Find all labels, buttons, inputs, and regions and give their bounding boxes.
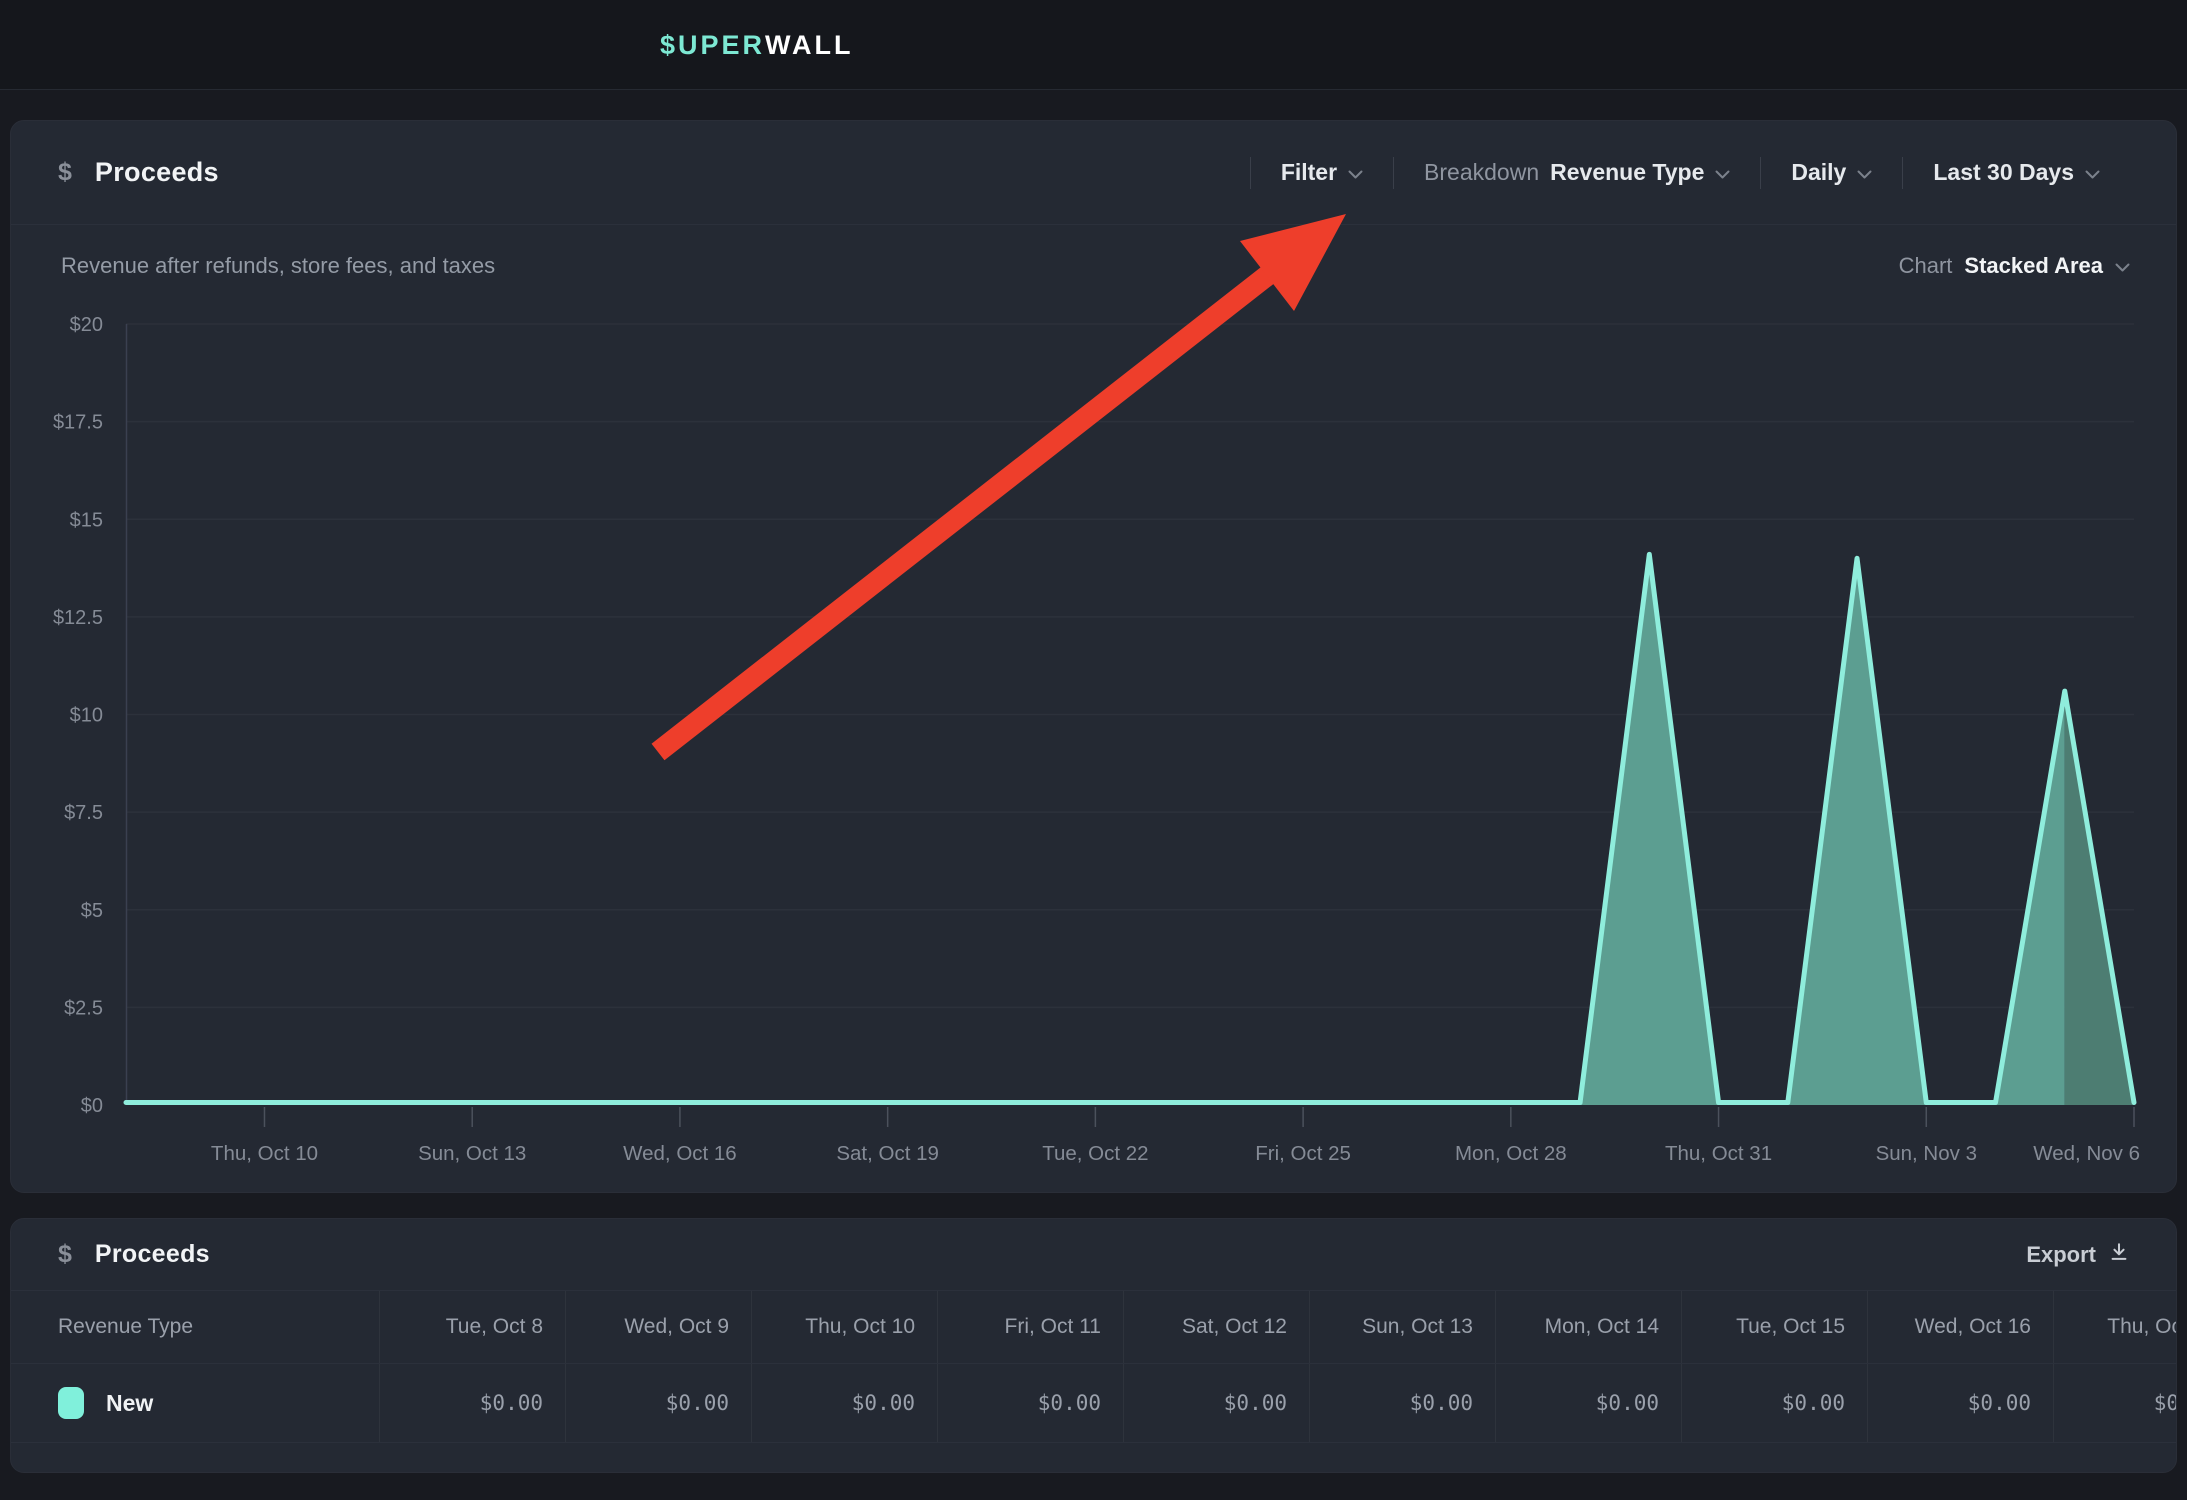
chart-type-label: Chart xyxy=(1899,253,1953,279)
granularity-control[interactable]: Daily xyxy=(1761,121,1902,224)
table-card-title-group: $ Proceeds xyxy=(58,1240,210,1269)
chevron-down-icon xyxy=(2115,253,2130,279)
table-header-cell: Thu, Oct 10 xyxy=(751,1291,937,1363)
series-color-swatch xyxy=(58,1387,84,1419)
chevron-down-icon xyxy=(1715,159,1730,186)
chevron-down-icon xyxy=(2085,159,2100,186)
filter-label: Filter xyxy=(1281,159,1337,186)
export-label: Export xyxy=(2026,1242,2096,1268)
table-header-cell: Sun, Oct 13 xyxy=(1309,1291,1495,1363)
topbar: $UPERWALL xyxy=(0,0,2187,90)
table-header-cell: Tue, Oct 8 xyxy=(379,1291,565,1363)
filter-control[interactable]: Filter xyxy=(1251,121,1393,224)
table-header-cell: Sat, Oct 12 xyxy=(1123,1291,1309,1363)
logo-accent: $UPER xyxy=(660,30,765,61)
table-card-header: $ Proceeds Export xyxy=(11,1219,2176,1291)
table-row: New$0.00$0.00$0.00$0.00$0.00$0.00$0.00$0… xyxy=(11,1364,2176,1443)
table-card-title: Proceeds xyxy=(95,1240,210,1269)
value-cell: $0.00 xyxy=(937,1364,1123,1442)
table-header-cell: Tue, Oct 15 xyxy=(1681,1291,1867,1363)
chevron-down-icon xyxy=(1348,159,1363,186)
table-header-cell: Wed, Oct 9 xyxy=(565,1291,751,1363)
breakdown-label: Breakdown xyxy=(1424,159,1539,186)
value-cell: $0.00 xyxy=(2053,1364,2176,1442)
chart-card-title-group: $ Proceeds xyxy=(58,157,219,188)
dollar-icon: $ xyxy=(58,158,72,187)
chevron-down-icon xyxy=(1857,159,1872,186)
value-cell: $0.00 xyxy=(1309,1364,1495,1442)
logo-rest: WALL xyxy=(765,30,853,61)
superwall-logo[interactable]: $UPERWALL xyxy=(660,0,854,90)
table-header-cell: Fri, Oct 11 xyxy=(937,1291,1123,1363)
proceeds-table: Revenue TypeTue, Oct 8Wed, Oct 9Thu, Oct… xyxy=(11,1291,2176,1443)
table-body: New$0.00$0.00$0.00$0.00$0.00$0.00$0.00$0… xyxy=(11,1364,2176,1443)
row-label: New xyxy=(106,1390,153,1417)
breakdown-value: Revenue Type xyxy=(1550,159,1704,186)
table-header-cell: Thu, Oct 17 xyxy=(2053,1291,2176,1363)
page: $UPERWALL $ Proceeds Filter Breakdown Re… xyxy=(0,0,2187,1500)
chart-type-control[interactable]: Chart Stacked Area xyxy=(1899,253,2130,279)
proceeds-table-card: $ Proceeds Export Revenue TypeTue, Oct 8… xyxy=(10,1218,2177,1473)
value-cell: $0.00 xyxy=(379,1364,565,1442)
chart-plot-area[interactable] xyxy=(126,324,2134,1105)
value-cell: $0.00 xyxy=(751,1364,937,1442)
chart-type-value: Stacked Area xyxy=(1964,253,2103,279)
table-header-cell: Wed, Oct 16 xyxy=(1867,1291,2053,1363)
date-range-value: Last 30 Days xyxy=(1933,159,2074,186)
chart-subtitle: Revenue after refunds, store fees, and t… xyxy=(61,253,495,279)
value-cell: $0.00 xyxy=(1123,1364,1309,1442)
value-cell: $0.00 xyxy=(565,1364,751,1442)
chart-controls: Filter Breakdown Revenue Type Daily Last… xyxy=(1250,121,2130,224)
download-icon xyxy=(2108,1241,2130,1269)
table-header-cell: Revenue Type xyxy=(11,1291,379,1363)
chart-subheader: Revenue after refunds, store fees, and t… xyxy=(11,225,2176,307)
dollar-icon: $ xyxy=(58,1240,72,1269)
date-range-control[interactable]: Last 30 Days xyxy=(1903,121,2130,224)
revenue-type-cell: New xyxy=(11,1364,379,1442)
chart-card-header: $ Proceeds Filter Breakdown Revenue Type… xyxy=(11,121,2176,225)
granularity-value: Daily xyxy=(1791,159,1846,186)
chart-card-title: Proceeds xyxy=(95,157,219,188)
table-header-cell: Mon, Oct 14 xyxy=(1495,1291,1681,1363)
table-header-row: Revenue TypeTue, Oct 8Wed, Oct 9Thu, Oct… xyxy=(11,1291,2176,1364)
value-cell: $0.00 xyxy=(1867,1364,2053,1442)
value-cell: $0.00 xyxy=(1681,1364,1867,1442)
value-cell: $0.00 xyxy=(1495,1364,1681,1442)
export-button[interactable]: Export xyxy=(2026,1241,2130,1269)
breakdown-control[interactable]: Breakdown Revenue Type xyxy=(1394,121,1760,224)
